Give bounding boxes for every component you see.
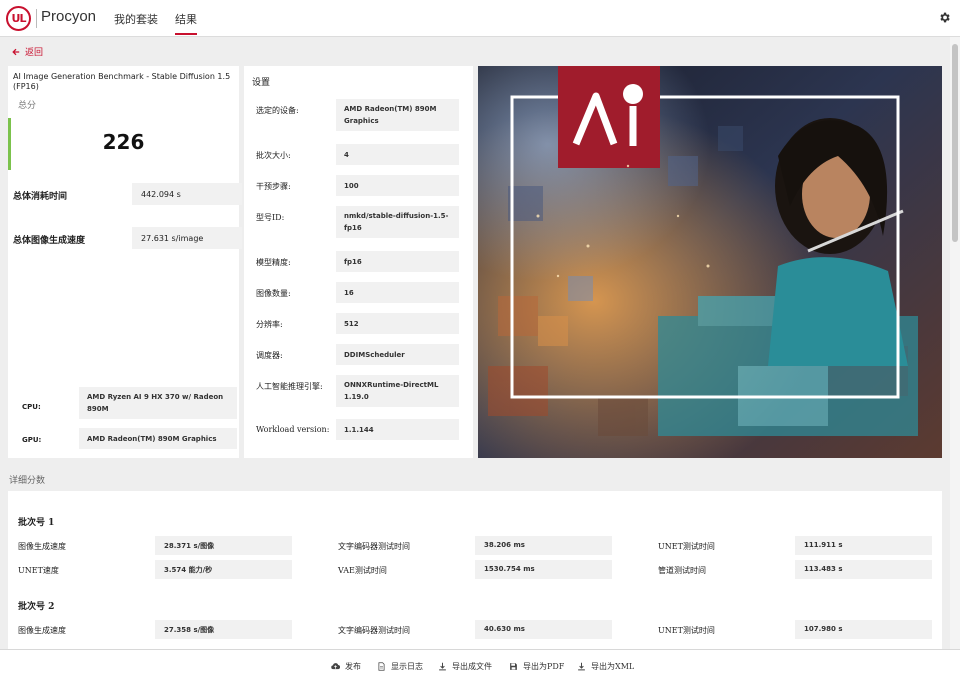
ai-badge xyxy=(558,66,660,168)
export-pdf-button[interactable]: 导出为PDF xyxy=(509,661,564,672)
ul-logo[interactable]: UL xyxy=(6,6,31,31)
back-link[interactable]: 返回 xyxy=(12,45,43,58)
score-label: UNET测试时间 xyxy=(658,626,715,635)
setting-value: AMD Radeon(TM) 890M Graphics xyxy=(336,99,459,131)
summary-card: AI Image Generation Benchmark - Stable D… xyxy=(8,66,242,458)
back-label: 返回 xyxy=(25,48,44,58)
scrollbar-thumb[interactable] xyxy=(952,44,958,242)
logo-text: UL xyxy=(11,12,27,25)
setting-value: 1.1.144 xyxy=(336,419,459,440)
document-icon xyxy=(378,662,385,671)
download-icon xyxy=(439,662,446,671)
total-time-label: 总体消耗时间 xyxy=(13,192,68,202)
score-label: 图像生成速度 xyxy=(18,542,66,551)
publish-label: 发布 xyxy=(345,662,361,671)
arrow-left-icon xyxy=(12,48,20,55)
settings-title: 设置 xyxy=(252,78,271,88)
score-label: UNET速度 xyxy=(18,566,59,575)
setting-label: 批次大小: xyxy=(256,151,291,160)
gear-icon[interactable] xyxy=(938,11,951,24)
export-xml-button[interactable]: 导出为XML xyxy=(577,661,634,672)
score-label: 管道测试时间 xyxy=(658,566,706,575)
benchmark-title: AI Image Generation Benchmark - Stable D… xyxy=(13,72,231,91)
cpu-value: AMD Ryzen AI 9 HX 370 w/ Radeon 890M xyxy=(79,387,237,419)
settings-card: 设置 选定的设备: AMD Radeon(TM) 890M Graphics 批… xyxy=(244,66,473,458)
export-file-button[interactable]: 导出成文件 xyxy=(438,661,492,672)
export-file-label: 导出成文件 xyxy=(452,662,492,671)
setting-value: 512 xyxy=(336,313,459,334)
gpu-value: AMD Radeon(TM) 890M Graphics xyxy=(79,428,237,449)
setting-value: nmkd/stable-diffusion-1.5-fp16 xyxy=(336,206,459,238)
export-xml-label: 导出为XML xyxy=(591,662,635,671)
show-log-button[interactable]: 显示日志 xyxy=(377,661,423,672)
score-label: 文字编码器测试时间 xyxy=(338,542,410,551)
setting-label: 干预步骤: xyxy=(256,182,291,191)
total-score: 226 xyxy=(102,130,145,154)
total-time-value: 442.094 s xyxy=(132,183,242,205)
score-label: 总分 xyxy=(18,101,37,111)
setting-value: 100 xyxy=(336,175,459,196)
setting-value: 4 xyxy=(336,144,459,165)
download-icon xyxy=(578,662,585,671)
benchmark-hero-image xyxy=(478,66,942,458)
score-value: 27.358 s/图像 xyxy=(155,620,292,639)
score-value: 107.980 s xyxy=(795,620,932,639)
score-value: 28.371 s/图像 xyxy=(155,536,292,555)
publish-button[interactable]: 发布 xyxy=(331,661,361,672)
setting-label: 选定的设备: xyxy=(256,106,299,115)
setting-label: 型号ID: xyxy=(256,213,285,222)
score-value: 3.574 能力/秒 xyxy=(155,560,292,579)
score-value: 1530.754 ms xyxy=(475,560,612,579)
footer-toolbar: 发布 显示日志 导出成文件 导出为PDF 导出为XML xyxy=(0,649,960,681)
score-label: 文字编码器测试时间 xyxy=(338,626,410,635)
setting-value: DDIMScheduler xyxy=(336,344,459,365)
score-value: 113.483 s xyxy=(795,560,932,579)
score-label: VAE测试时间 xyxy=(338,566,387,575)
setting-value: fp16 xyxy=(336,251,459,272)
setting-label: 分辨率: xyxy=(256,320,283,329)
cloud-upload-icon xyxy=(331,663,340,670)
score-label: 图像生成速度 xyxy=(18,626,66,635)
detailed-scores-title: 详细分数 xyxy=(9,476,46,486)
score-label: UNET测试时间 xyxy=(658,542,715,551)
top-bar: UL Procyon 我的套装 结果 xyxy=(0,0,960,37)
setting-value: ONNXRuntime-DirectML 1.19.0 xyxy=(336,375,459,407)
detailed-scores-card: 批次号 1 图像生成速度 28.371 s/图像 文字编码器测试时间 38.20… xyxy=(8,491,942,651)
hero-illustration xyxy=(478,66,942,458)
setting-label: Workload version: xyxy=(256,425,330,434)
brand-divider xyxy=(36,9,37,28)
setting-value: 16 xyxy=(336,282,459,303)
score-value: 111.911 s xyxy=(795,536,932,555)
setting-label: 模型精度: xyxy=(256,258,291,267)
setting-label: 调度器: xyxy=(256,351,283,360)
setting-label: 人工智能推理引擎: xyxy=(256,382,323,391)
show-log-label: 显示日志 xyxy=(391,662,423,671)
batch-title: 批次号 2 xyxy=(18,602,55,612)
export-pdf-label: 导出为PDF xyxy=(523,662,565,671)
tab-my-suites[interactable]: 我的套装 xyxy=(114,11,158,27)
image-speed-label: 总体图像生成速度 xyxy=(13,236,86,246)
batch-title: 批次号 1 xyxy=(18,518,55,528)
tab-results[interactable]: 结果 xyxy=(175,11,197,35)
cpu-label: CPU: xyxy=(22,403,41,411)
image-speed-value: 27.631 s/image xyxy=(132,227,242,249)
app-name: Procyon xyxy=(41,8,97,25)
score-value: 40.630 ms xyxy=(475,620,612,639)
setting-label: 图像数量: xyxy=(256,289,291,298)
gpu-label: GPU: xyxy=(22,436,42,444)
score-value: 38.206 ms xyxy=(475,536,612,555)
save-icon xyxy=(510,663,517,670)
